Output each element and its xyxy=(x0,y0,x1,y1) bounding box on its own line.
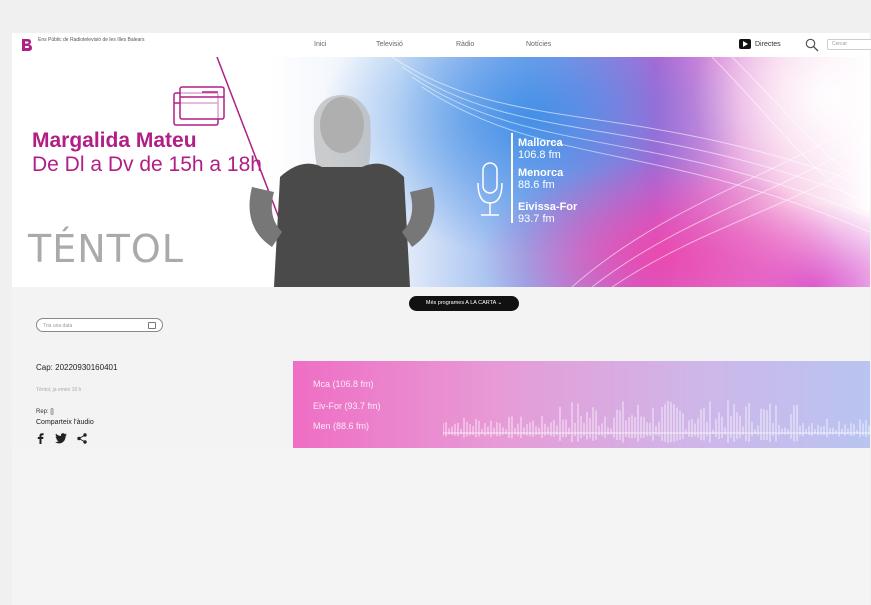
station-menorca: Menorca 88.6 fm xyxy=(518,167,563,191)
frequency-divider xyxy=(511,133,513,223)
schedule-text: De Dl a Dv de 15h a 18h xyxy=(32,153,262,176)
nav-inici[interactable]: Inici xyxy=(314,41,326,48)
more-programs-button[interactable]: Més programes A LA CARTA ⌄ xyxy=(409,296,519,311)
social-share-icons xyxy=(36,433,87,444)
station-name: Menorca xyxy=(518,167,564,179)
station-freq: 88.6 fm xyxy=(518,179,555,191)
directes-label: Directes xyxy=(755,40,781,48)
ib3-logo[interactable] xyxy=(22,39,32,51)
hero-banner: Margalida Mateu De Dl a Dv de 15h a 18h … xyxy=(12,57,870,287)
station-eivissa: Eivissa-For 93.7 fm xyxy=(518,201,577,225)
play-icon xyxy=(739,39,751,49)
share-icon[interactable] xyxy=(77,433,87,444)
waveform xyxy=(443,400,870,443)
microphone-icon xyxy=(477,162,503,216)
station-name: Eivissa-For xyxy=(518,201,578,213)
top-navigation-bar: Ens Públic de Radiotelevisió de les Ille… xyxy=(12,33,871,58)
audio-player[interactable]: Mca (106.8 fm) Eiv-For (93.7 fm) Men (88… xyxy=(293,361,870,448)
search-input[interactable]: Cercar xyxy=(827,39,871,50)
program-title: TÉNTOL xyxy=(28,227,184,271)
calendar-icon[interactable] xyxy=(148,322,156,329)
station-mallorca: Mallorca 106.8 fm xyxy=(518,137,563,161)
episode-meta: Tèntol, ja emès 16 h xyxy=(36,387,82,393)
nav-radio[interactable]: Ràdio xyxy=(456,41,474,48)
episode-rep: Rep: [] xyxy=(36,409,54,415)
logo-text: Ens Públic de Radiotelevisió de les Ille… xyxy=(38,37,145,43)
nav-noticies[interactable]: Notícies xyxy=(526,41,551,48)
nav-televisio[interactable]: Televisió xyxy=(376,41,403,48)
search-icon[interactable] xyxy=(805,38,819,52)
twitter-icon[interactable] xyxy=(55,433,67,444)
station-name: Mallorca xyxy=(518,137,563,149)
share-audio-label: Comparteix l'àudio xyxy=(36,419,94,426)
episode-title: Cap: 20220930160401 xyxy=(36,363,118,372)
station-freq: 106.8 fm xyxy=(518,149,561,161)
player-station-eiv-for[interactable]: Eiv-For (93.7 fm) xyxy=(313,401,381,411)
date-placeholder: Tria una data xyxy=(43,323,73,329)
more-programs-label: Més programes A LA CARTA xyxy=(425,300,496,306)
host-name: Margalida Mateu xyxy=(32,129,197,152)
date-picker-input[interactable]: Tria una data xyxy=(36,318,163,332)
facebook-icon[interactable] xyxy=(36,433,45,444)
content-empty-area xyxy=(12,448,870,605)
station-freq: 93.7 fm xyxy=(518,213,555,225)
player-station-mca[interactable]: Mca (106.8 fm) xyxy=(313,379,374,389)
chevron-down-icon: ⌄ xyxy=(497,300,503,306)
directes-button[interactable]: Directes xyxy=(739,39,781,49)
player-station-men[interactable]: Men (88.6 fm) xyxy=(313,421,369,431)
